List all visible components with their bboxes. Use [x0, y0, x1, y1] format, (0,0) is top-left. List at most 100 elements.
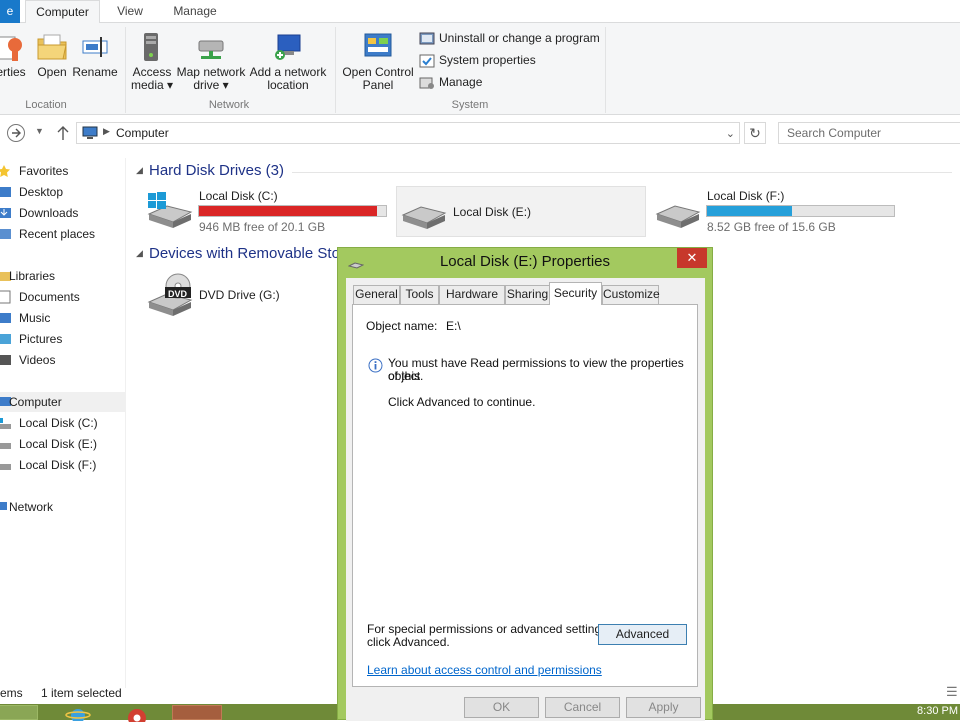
taskbar-file-explorer-icon[interactable] — [0, 705, 38, 720]
navigation-pane: Favorites Desktop Downloads Recent place… — [0, 158, 126, 688]
object-name-label: Object name: — [366, 319, 438, 333]
dvd-drive-name: DVD Drive (G:) — [199, 288, 280, 302]
map-drive-line1: Map network — [176, 65, 246, 79]
address-bar-row: ▼ ▶ Computer ⌄ ↻ Search Computer — [0, 116, 960, 150]
cancel-button[interactable]: Cancel — [545, 697, 620, 718]
nav-label: Desktop — [19, 185, 64, 199]
learn-access-control-link[interactable]: Learn about access control and permissio… — [367, 663, 602, 677]
tab-customize[interactable]: Customize — [602, 285, 660, 304]
close-button[interactable]: ✕ — [677, 248, 707, 268]
pictures-icon — [0, 334, 11, 344]
nav-label: Documents — [19, 290, 80, 304]
details-view-icon[interactable]: ☰ — [946, 684, 958, 700]
tab-manage[interactable]: Manage — [166, 0, 224, 23]
control-panel-line1: Open Control — [342, 65, 414, 79]
drive-c-usage-fill — [199, 206, 378, 216]
selection-status: 1 item selected — [41, 686, 122, 700]
drive-c-tile[interactable]: Local Disk (C:) 946 MB free of 20.1 GB — [145, 186, 395, 236]
advanced-button[interactable]: Advanced — [598, 624, 687, 645]
star-icon — [0, 165, 10, 177]
rename-icon — [82, 37, 108, 57]
taskbar-chrome-icon[interactable] — [110, 705, 160, 722]
videos-icon — [0, 355, 11, 365]
nav-label: Local Disk (E:) — [19, 437, 98, 451]
item-count: ems — [0, 686, 23, 700]
tab-tools[interactable]: Tools — [400, 285, 439, 304]
uninstall-label: Uninstall or change a program — [439, 31, 600, 45]
open-button[interactable]: Open — [34, 31, 70, 79]
address-box[interactable]: ▶ Computer ⌄ — [76, 122, 740, 144]
tab-computer[interactable]: Computer — [25, 0, 100, 24]
section-divider — [292, 172, 952, 173]
map-drive-line2: drive ▾ — [193, 78, 229, 92]
file-tab[interactable]: e — [0, 0, 20, 23]
recent-places-icon — [0, 229, 11, 239]
nav-computer[interactable]: Computer — [0, 392, 125, 412]
ribbon-tab-bar: e Computer View Manage — [0, 0, 960, 24]
nav-label: Recent places — [19, 227, 96, 241]
nav-label: Libraries — [9, 269, 56, 283]
security-panel: Object name: E:\ You must have Read perm… — [352, 304, 698, 687]
taskbar-powerpoint-icon[interactable] — [172, 705, 222, 720]
clock: 8:30 PM — [917, 705, 958, 717]
drive-f-name: Local Disk (F:) — [707, 189, 785, 203]
search-input[interactable]: Search Computer — [778, 122, 960, 144]
tab-view[interactable]: View — [110, 0, 150, 23]
breadcrumb-chevron-icon[interactable]: ▶ — [103, 126, 110, 137]
drive-f-usage-bar — [706, 205, 895, 217]
access-media-line2: media ▾ — [130, 78, 174, 92]
open-control-panel-button[interactable]: Open Control Panel — [340, 31, 416, 92]
system-properties-button[interactable]: System properties — [419, 52, 536, 69]
network-drive-icon — [198, 40, 224, 59]
access-media-button[interactable]: Access media ▾ — [128, 31, 176, 92]
address-path: Computer — [116, 126, 169, 140]
nav-label: Computer — [9, 395, 62, 409]
tab-security[interactable]: Security — [549, 282, 602, 305]
nav-label: Local Disk (F:) — [19, 458, 97, 472]
refresh-icon[interactable]: ↻ — [744, 122, 766, 144]
tab-general[interactable]: General — [353, 285, 400, 304]
manage-icon — [419, 77, 434, 89]
tab-hardware[interactable]: Hardware — [439, 285, 505, 304]
drive-e-tile[interactable]: Local Disk (E:) — [396, 186, 646, 237]
ok-button[interactable]: OK — [464, 697, 539, 718]
manage-label: Manage — [439, 75, 483, 89]
network-group-label: Network — [208, 99, 250, 111]
recent-locations-chevron-icon[interactable]: ▼ — [35, 126, 44, 136]
add-location-line1: Add a network — [249, 65, 327, 79]
address-dropdown-chevron-icon[interactable]: ⌄ — [726, 127, 735, 140]
dvd-drive-tile[interactable]: DVD DVD Drive (G:) — [145, 270, 335, 320]
properties-icon — [0, 36, 22, 61]
nav-label: Videos — [19, 353, 56, 367]
forward-icon[interactable] — [6, 123, 26, 143]
folder-open-icon — [37, 34, 67, 60]
removable-storage-heading[interactable]: Devices with Removable Sto — [149, 245, 340, 262]
uninstall-program-button[interactable]: Uninstall or change a program — [419, 30, 600, 47]
rename-label: Rename — [72, 65, 118, 79]
collapse-chevron-icon[interactable]: ◢ — [136, 165, 143, 176]
map-network-drive-button[interactable]: Map network drive ▾ — [174, 31, 248, 92]
uninstall-icon — [419, 32, 435, 45]
tab-sharing[interactable]: Sharing — [505, 285, 550, 304]
drive-f-tile[interactable]: Local Disk (F:) 8.52 GB free of 15.6 GB — [653, 186, 913, 236]
manage-button[interactable]: Manage — [419, 74, 482, 91]
nav-label: Downloads — [19, 206, 79, 220]
system-properties-label: System properties — [439, 53, 536, 67]
properties-button[interactable]: erties — [0, 31, 30, 79]
taskbar-internet-explorer-icon[interactable] — [54, 705, 104, 721]
special-permissions-line2: click Advanced. — [367, 635, 450, 649]
internet-explorer-icon — [65, 709, 91, 721]
collapse-chevron-icon[interactable]: ◢ — [136, 248, 143, 259]
ribbon-separator — [125, 27, 126, 113]
system-group-label: System — [451, 99, 489, 111]
network-location-icon — [275, 34, 301, 60]
up-arrow-icon[interactable] — [56, 125, 70, 141]
dialog-body: General Tools Hardware Sharing Security … — [346, 278, 705, 721]
drive-c-usage-bar — [198, 205, 387, 217]
rename-button[interactable]: Rename — [72, 31, 118, 79]
music-icon — [0, 313, 11, 323]
click-advanced-text: Click Advanced to continue. — [388, 395, 536, 409]
add-network-location-button[interactable]: Add a network location — [247, 31, 329, 92]
hard-disk-drives-heading[interactable]: Hard Disk Drives (3) — [149, 162, 284, 179]
apply-button[interactable]: Apply — [626, 697, 701, 718]
